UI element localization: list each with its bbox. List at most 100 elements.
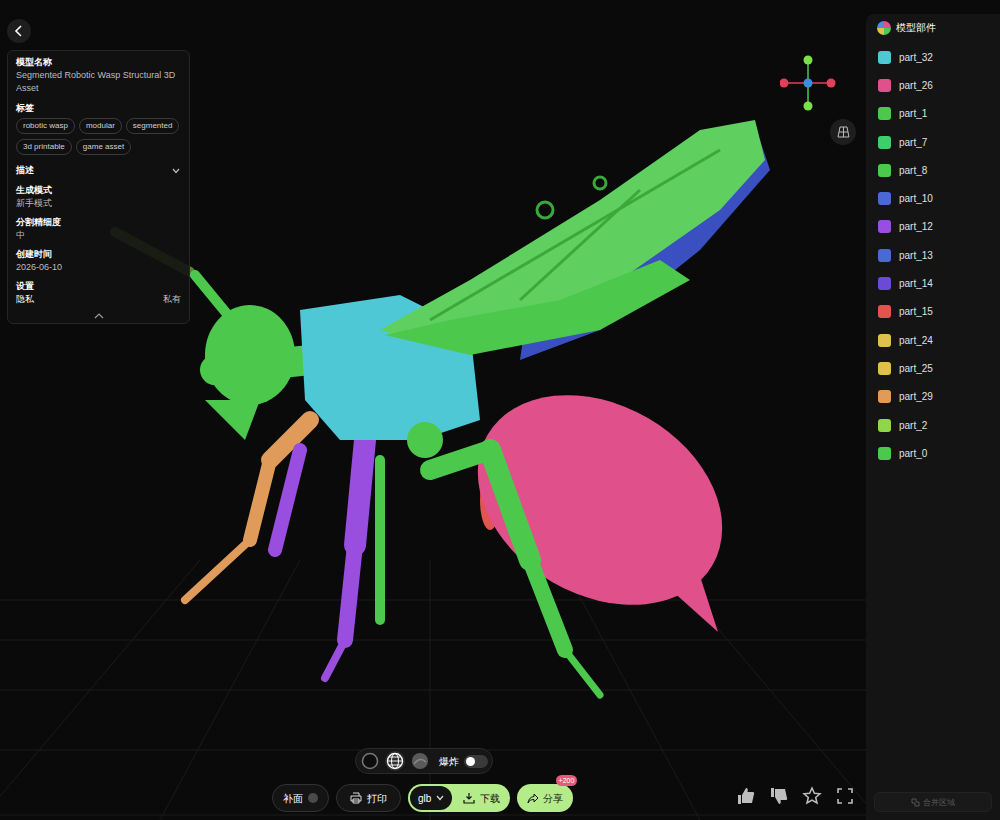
part-row[interactable]: part_25 <box>878 354 988 382</box>
share-icon <box>527 792 539 804</box>
tag[interactable]: segmented <box>126 118 180 134</box>
part-row[interactable]: part_7 <box>878 128 988 156</box>
part-name: part_10 <box>899 192 933 205</box>
part-row[interactable]: part_26 <box>878 71 988 99</box>
part-row[interactable]: part_8 <box>878 156 988 184</box>
app: 模型名称Segmented Robotic Wasp Structural 3D… <box>0 0 1000 820</box>
part-color-swatch <box>878 220 891 233</box>
tag[interactable]: game asset <box>76 139 131 155</box>
view-mode-button[interactable] <box>385 751 405 771</box>
part-color-swatch <box>878 51 891 64</box>
share-label: 分享 <box>543 792 563 805</box>
setting-value: 私有 <box>163 293 181 306</box>
part-name: part_14 <box>899 277 933 290</box>
field-label: 描述 <box>16 164 34 177</box>
chevron-down-icon <box>171 166 181 176</box>
share-button[interactable]: 分享+200 <box>517 784 573 812</box>
print-button[interactable]: 打印 <box>336 784 401 812</box>
tag-list: robotic waspmodularsegmented 3d printable… <box>16 118 181 155</box>
part-row[interactable]: part_13 <box>878 241 988 269</box>
part-row[interactable]: part_29 <box>878 383 988 411</box>
segmentation-level: 中 <box>16 229 181 242</box>
part-color-swatch <box>878 447 891 460</box>
tag[interactable]: modular <box>79 118 122 134</box>
part-color-swatch <box>878 305 891 318</box>
part-color-swatch <box>878 362 891 375</box>
part-row[interactable]: part_10 <box>878 184 988 212</box>
fullscreen-icon[interactable] <box>835 786 855 806</box>
field-label: 生成模式 <box>16 184 181 197</box>
part-color-swatch <box>878 107 891 120</box>
collapse-icon[interactable] <box>16 312 181 319</box>
star-icon[interactable] <box>802 786 822 806</box>
wireframe-view-icon <box>386 752 404 770</box>
explode-toggle[interactable] <box>464 755 488 768</box>
part-row[interactable]: part_15 <box>878 298 988 326</box>
merge-button: 合并区域 <box>874 792 992 812</box>
field-label: 模型名称 <box>16 56 181 69</box>
part-color-swatch <box>878 419 891 432</box>
part-name: part_15 <box>899 305 933 318</box>
printer-icon <box>350 792 362 804</box>
part-color-swatch <box>878 136 891 149</box>
print-label: 打印 <box>367 792 387 805</box>
part-color-swatch <box>878 249 891 262</box>
field-label: 创建时间 <box>16 248 181 261</box>
description-row[interactable]: 描述 <box>16 164 181 177</box>
tag[interactable]: 3d printable <box>16 139 72 155</box>
part-row[interactable]: part_2 <box>878 411 988 439</box>
part-color-swatch <box>878 390 891 403</box>
part-name: part_1 <box>899 107 927 120</box>
part-name: part_32 <box>899 51 933 64</box>
back-button[interactable] <box>7 19 31 43</box>
part-name: part_8 <box>899 164 927 177</box>
setting-row[interactable]: 隐私私有 <box>16 293 181 306</box>
merge-label: 合并区域 <box>923 797 955 808</box>
download-label: 下载 <box>480 792 500 805</box>
spacer <box>866 467 1000 792</box>
part-name: part_25 <box>899 362 933 375</box>
textured-view-icon <box>411 752 429 770</box>
viewport[interactable]: 模型名称Segmented Robotic Wasp Structural 3D… <box>0 0 866 820</box>
part-row[interactable]: part_14 <box>878 269 988 297</box>
explode-label: 爆炸 <box>439 755 459 768</box>
chevron-down-icon <box>436 795 444 801</box>
model-name: Segmented Robotic Wasp Structural 3D Ass… <box>16 69 181 95</box>
part-row[interactable]: part_1 <box>878 100 988 128</box>
part-row[interactable]: part_0 <box>878 439 988 467</box>
format-value: glb <box>418 792 431 805</box>
share-reward-badge: +200 <box>556 775 578 786</box>
part-name: part_7 <box>899 136 927 149</box>
field-label: 分割精细度 <box>16 216 181 229</box>
thumbs-up-icon[interactable] <box>736 786 756 806</box>
format-select[interactable]: glb <box>410 786 452 810</box>
part-name: part_0 <box>899 447 927 460</box>
part-name: part_12 <box>899 220 933 233</box>
part-row[interactable]: part_12 <box>878 213 988 241</box>
view-mode-button[interactable] <box>410 751 430 771</box>
part-row[interactable]: part_32 <box>878 43 988 71</box>
view-mode-bar: 爆炸 <box>355 748 493 774</box>
generation-mode: 新手模式 <box>16 197 181 210</box>
grid-icon <box>837 126 850 138</box>
part-row[interactable]: part_24 <box>878 326 988 354</box>
fill-holes-toggle[interactable] <box>308 793 318 803</box>
toggle-knob <box>466 757 475 766</box>
axis-gizmo-icon[interactable] <box>780 54 836 112</box>
action-bar: 补面 打印 glb 下载 分享+200 <box>272 784 573 812</box>
view-mode-button[interactable] <box>360 751 380 771</box>
merge-icon <box>911 798 920 807</box>
thumbs-down-icon[interactable] <box>769 786 789 806</box>
download-button[interactable]: 下载 <box>455 792 500 805</box>
parts-panel: 模型部件part_32part_26part_1part_7part_8part… <box>866 14 1000 820</box>
tag[interactable]: robotic wasp <box>16 118 75 134</box>
feedback-bar <box>736 786 855 806</box>
download-group: glb 下载 <box>408 784 510 812</box>
parts-list: part_32 part_26 part_1 part_7 part_8 part_10p… <box>866 43 1000 467</box>
fill-holes-label: 补面 <box>283 792 303 805</box>
part-color-swatch <box>878 79 891 92</box>
grid-toggle-button[interactable] <box>830 119 856 145</box>
part-name: part_13 <box>899 249 933 262</box>
field-label: 标签 <box>16 102 181 115</box>
fill-holes-button[interactable]: 补面 <box>272 784 329 812</box>
